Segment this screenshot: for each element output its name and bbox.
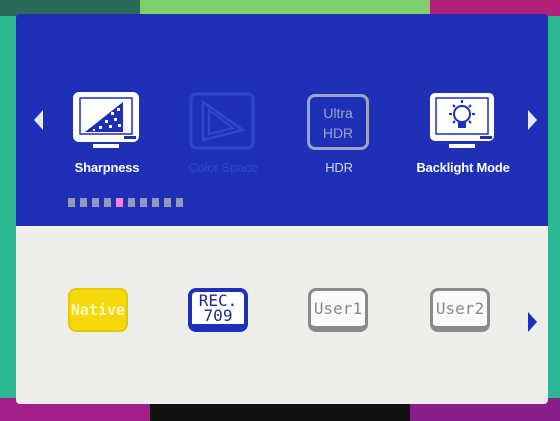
- color-space-icon: [189, 92, 255, 150]
- backlight-monitor-icon: [430, 93, 494, 148]
- osd-menu: Sharpness Color Space Ultra HDR HDR Back…: [16, 14, 548, 404]
- scroll-left-arrow-icon[interactable]: [34, 110, 43, 130]
- category-sharpness[interactable]: Sharpness: [52, 90, 162, 200]
- options-panel: Native REC. 709 User1 User2: [16, 226, 548, 404]
- ultra-hdr-icon: Ultra HDR: [303, 90, 373, 152]
- option-label: User2: [435, 299, 485, 318]
- photo-edge: [150, 404, 410, 421]
- option-native[interactable]: Native: [68, 288, 134, 334]
- page-dot: [128, 198, 135, 207]
- scroll-right-arrow-icon[interactable]: [528, 110, 537, 130]
- category-backlight-mode[interactable]: Backlight Mode: [408, 90, 518, 200]
- category-hdr[interactable]: Ultra HDR HDR: [284, 90, 394, 200]
- category-label: Backlight Mode: [416, 160, 510, 175]
- option-label: 709: [203, 306, 233, 325]
- page-dot: [140, 198, 147, 207]
- page-dot: [152, 198, 159, 207]
- page-dot: [164, 198, 171, 207]
- page-dot: [68, 198, 75, 207]
- option-rec-709[interactable]: REC. 709: [188, 288, 254, 334]
- option-user2[interactable]: User2: [430, 288, 496, 334]
- page-dot: [116, 198, 123, 207]
- category-color-space[interactable]: Color Space: [168, 90, 278, 200]
- page-dot: [176, 198, 183, 207]
- option-label: User1: [313, 299, 363, 318]
- page-dot: [104, 198, 111, 207]
- sharpness-monitor-icon: [73, 92, 139, 148]
- option-user1[interactable]: User1: [308, 288, 374, 334]
- category-label: Color Space: [188, 160, 258, 175]
- icon-text: HDR: [322, 125, 354, 141]
- category-panel: Sharpness Color Space Ultra HDR HDR Back…: [16, 14, 548, 226]
- category-label: HDR: [325, 160, 353, 175]
- icon-text: Ultra: [323, 105, 353, 121]
- scroll-right-arrow-icon[interactable]: [528, 312, 537, 332]
- page-dot: [92, 198, 99, 207]
- category-label: Sharpness: [74, 160, 140, 175]
- option-label: Native: [70, 300, 126, 319]
- page-dot: [80, 198, 87, 207]
